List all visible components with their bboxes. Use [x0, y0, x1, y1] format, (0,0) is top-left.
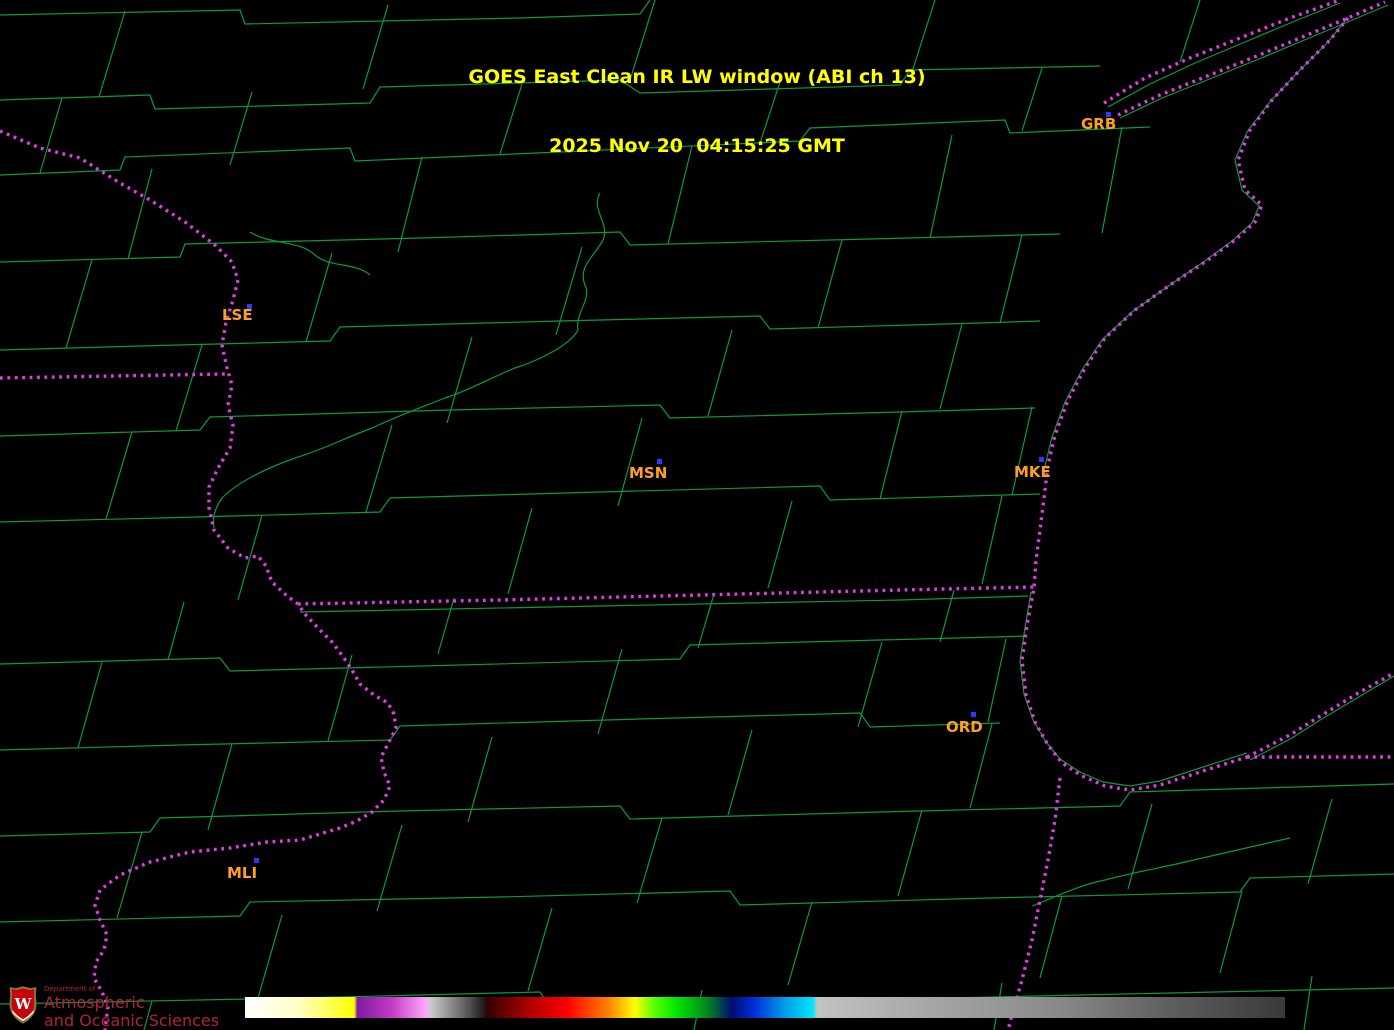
station-marker-mli [254, 858, 259, 863]
station-marker-mke [1039, 457, 1044, 462]
satellite-map-view: GOES East Clean IR LW window (ABI ch 13)… [0, 0, 1394, 1030]
lake-michigan-east-shore [1246, 671, 1394, 759]
station-label-lse: LSE [222, 306, 253, 324]
station-label-mli: MLI [227, 864, 258, 882]
mn-ia-border [0, 372, 226, 380]
station-label-ord: ORD [946, 718, 983, 736]
station-label-grb: GRB [1081, 115, 1117, 133]
title-line-2: 2025 Nov 20 04:15:25 GMT [549, 135, 845, 157]
uw-aos-logo-text: Department of Atmospheric and Oceanic Sc… [44, 981, 219, 1029]
station-marker-ord [971, 712, 976, 717]
uw-crest-icon: W [9, 986, 37, 1024]
wi-il-border [297, 585, 1035, 606]
ir-temperature-colorbar [245, 997, 1285, 1018]
uw-aos-logo: W Department of Atmospheric and Oceanic … [8, 981, 219, 1029]
logo-name-line-2: and Oceanic Sciences [44, 1011, 220, 1030]
title-line-1: GOES East Clean IR LW window (ABI ch 13) [468, 66, 926, 88]
logo-name-line-1: Atmospheric [44, 993, 145, 1012]
station-label-mke: MKE [1014, 463, 1051, 481]
mississippi-river-border [0, 129, 398, 1030]
image-title: GOES East Clean IR LW window (ABI ch 13)… [0, 20, 1394, 204]
il-in-border [1006, 777, 1062, 1030]
logo-department-label: Department of [44, 985, 96, 993]
station-label-msn: MSN [629, 464, 668, 482]
svg-text:W: W [14, 995, 33, 1013]
